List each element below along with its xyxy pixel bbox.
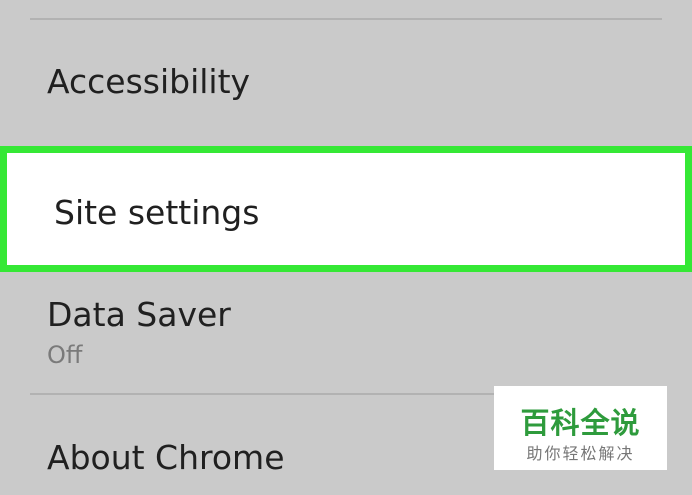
settings-item-label: Data Saver [47,295,231,334]
settings-item-accessibility[interactable]: Accessibility [0,22,692,144]
watermark-subtitle: 助你轻松解决 [526,444,635,463]
watermark-title: 百科全说 [520,406,641,440]
settings-item-value: Off [47,341,83,369]
settings-item-data-saver[interactable]: Data Saver Off [0,274,692,392]
divider [30,18,662,20]
settings-item-label: Site settings [54,193,260,232]
settings-item-site-settings[interactable]: Site settings [0,146,692,272]
settings-item-label: About Chrome [47,438,285,477]
settings-item-label: Accessibility [47,62,251,101]
watermark-logo: 百科全说 助你轻松解决 [494,386,667,470]
